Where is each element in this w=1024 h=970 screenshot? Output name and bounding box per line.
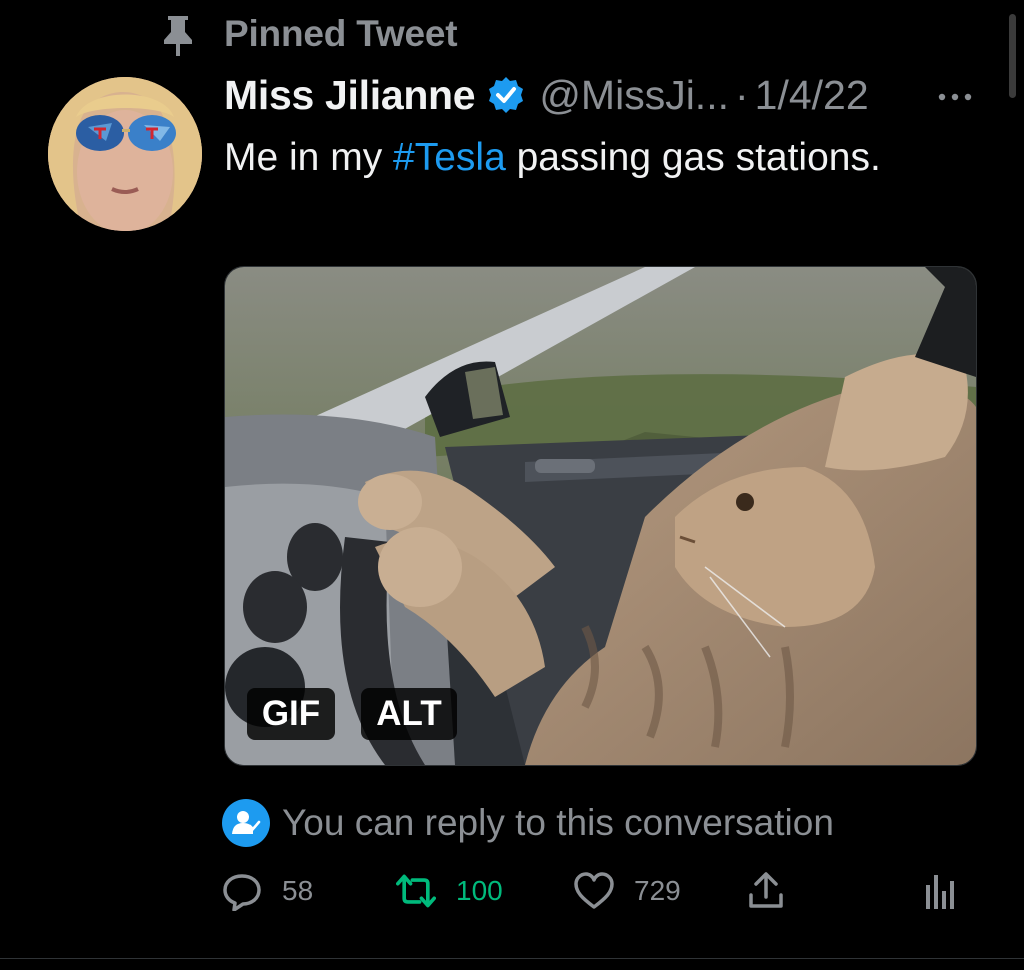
pin-icon [158, 12, 198, 56]
reply-permission-notice: You can reply to this conversation [222, 796, 834, 850]
reply-button[interactable]: 58 [222, 866, 313, 916]
author-display-name[interactable]: Miss Jilianne [224, 72, 476, 119]
verified-badge-icon [487, 76, 525, 114]
reply-icon [222, 871, 262, 911]
tweet-date[interactable]: 1/4/22 [755, 72, 869, 119]
heart-icon [574, 871, 614, 911]
analytics-button[interactable] [920, 866, 960, 916]
analytics-icon [920, 871, 960, 911]
media-image [225, 267, 976, 765]
media-gif[interactable]: GIF ALT [224, 266, 977, 766]
more-options-icon[interactable] [935, 90, 975, 102]
tweet-text: Me in my #Tesla passing gas stations. [224, 130, 944, 186]
scrollbar[interactable] [1009, 14, 1016, 98]
retweet-icon [396, 871, 436, 911]
pinned-label: Pinned Tweet [224, 13, 458, 54]
tweet-text-after: passing gas stations. [505, 136, 881, 179]
tweet-header: Miss Jilianne @MissJi... · 1/4/22 [224, 70, 869, 120]
author-handle[interactable]: @MissJi... [539, 72, 729, 119]
like-count: 729 [634, 875, 681, 906]
share-icon [746, 871, 786, 911]
share-button[interactable] [746, 866, 786, 916]
pinned-tweet-header: Pinned Tweet [158, 12, 458, 56]
like-button[interactable]: 729 [574, 866, 681, 916]
alt-text-button[interactable]: ALT [361, 688, 457, 740]
divider [0, 958, 1024, 959]
hashtag-link[interactable]: #Tesla [393, 136, 506, 179]
separator-dot: · [734, 71, 749, 118]
user-check-icon [222, 799, 270, 847]
gif-badge: GIF [247, 688, 335, 740]
avatar[interactable] [48, 77, 202, 231]
retweet-button[interactable]: 100 [396, 866, 503, 916]
reply-count: 58 [282, 875, 314, 906]
reply-notice-text: You can reply to this conversation [282, 802, 834, 843]
tweet-text-before: Me in my [224, 136, 394, 179]
retweet-count: 100 [456, 875, 503, 906]
